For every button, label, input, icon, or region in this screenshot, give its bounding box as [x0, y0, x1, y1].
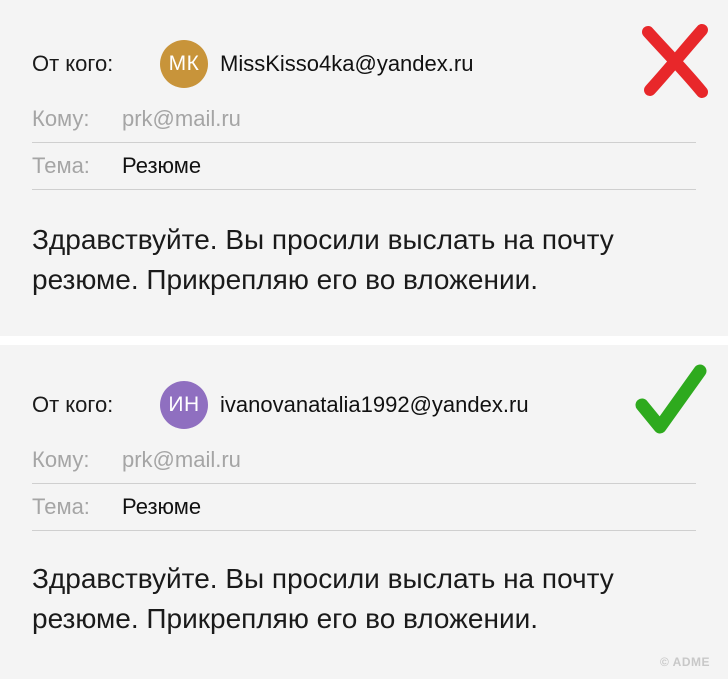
- cross-icon: [642, 24, 708, 98]
- from-row: От кого: ИН ivanovanatalia1992@yandex.ru: [32, 381, 529, 429]
- from-label: От кого:: [32, 392, 114, 417]
- watermark: © ADME: [659, 655, 710, 669]
- from-label: От кого:: [32, 51, 114, 76]
- to-row: Кому: prk@mail.ru: [32, 437, 696, 484]
- to-value: prk@mail.ru: [122, 447, 241, 472]
- email-panel-bad: От кого: МК MissKisso4ka@yandex.ru Кому:…: [0, 0, 728, 336]
- sender-address: ivanovanatalia1992@yandex.ru: [220, 392, 529, 417]
- email-panel-good: От кого: ИН ivanovanatalia1992@yandex.ru…: [0, 345, 728, 679]
- subject-row: Тема: Резюме: [32, 143, 696, 190]
- to-label: Кому:: [32, 106, 90, 131]
- body-line: резюме. Прикрепляю его во вложении.: [32, 264, 539, 295]
- body-line: Здравствуйте. Вы просили выслать на почт…: [32, 224, 614, 255]
- subject-value: Резюме: [122, 153, 202, 178]
- to-row: Кому: prk@mail.ru: [32, 96, 696, 143]
- email-body: Здравствуйте. Вы просили выслать на почт…: [32, 559, 712, 639]
- subject-value: Резюме: [122, 494, 202, 519]
- body-line: Здравствуйте. Вы просили выслать на почт…: [32, 563, 614, 594]
- checkmark-icon: [635, 364, 707, 434]
- avatar: ИН: [160, 381, 208, 429]
- to-value: prk@mail.ru: [122, 106, 241, 131]
- sender-address: MissKisso4ka@yandex.ru: [220, 51, 474, 76]
- avatar: МК: [160, 40, 208, 88]
- email-body: Здравствуйте. Вы просили выслать на почт…: [32, 220, 712, 300]
- body-line: резюме. Прикрепляю его во вложении.: [32, 603, 539, 634]
- subject-label: Тема:: [32, 494, 90, 519]
- subject-label: Тема:: [32, 153, 90, 178]
- subject-row: Тема: Резюме: [32, 484, 696, 531]
- to-label: Кому:: [32, 447, 90, 472]
- from-row: От кого: МК MissKisso4ka@yandex.ru: [32, 40, 473, 88]
